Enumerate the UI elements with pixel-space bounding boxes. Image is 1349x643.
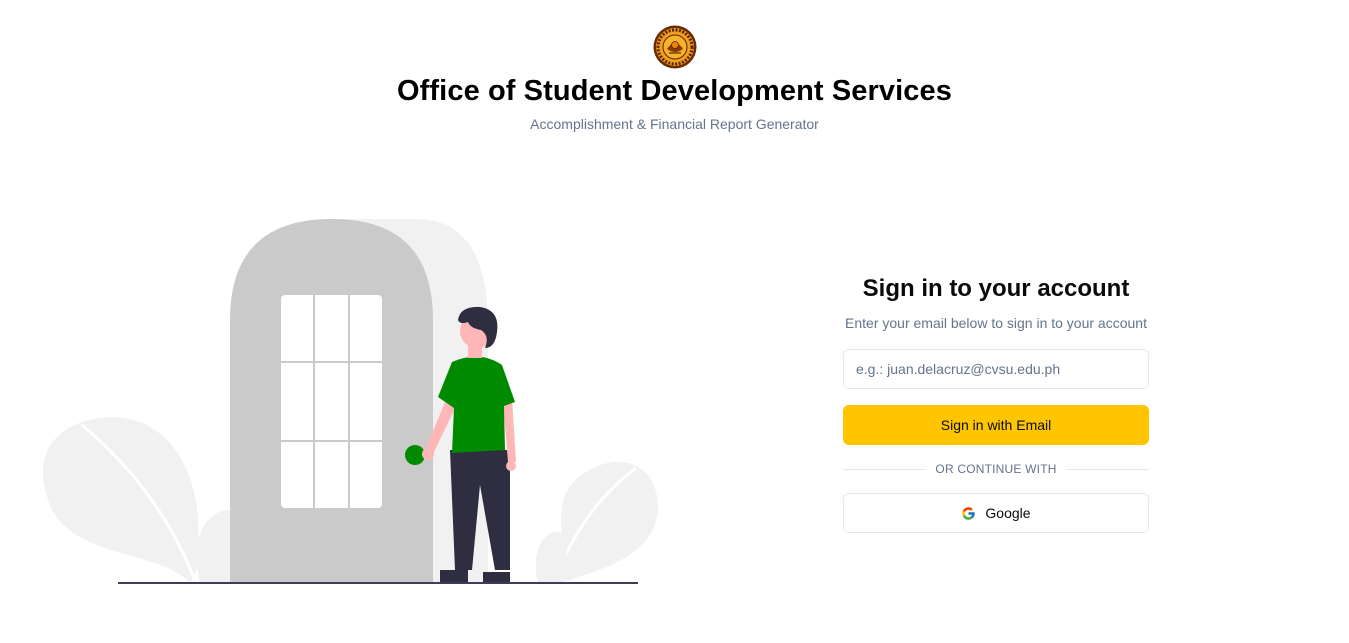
login-page: Office of Student Development Services A… [0, 0, 1349, 643]
signin-description: Enter your email below to sign in to you… [845, 315, 1147, 331]
or-continue-divider: OR CONTINUE WITH [843, 461, 1150, 477]
page-subtitle: Accomplishment & Financial Report Genera… [530, 116, 819, 132]
sign-in-with-email-button[interactable]: Sign in with Email [843, 405, 1149, 445]
door-window [281, 295, 382, 508]
left-leaf-shape [43, 417, 200, 583]
google-icon [962, 506, 976, 520]
page-title: Office of Student Development Services [397, 75, 952, 107]
door-knob [405, 445, 425, 465]
person-at-door-illustration [43, 219, 658, 584]
divider-text: OR CONTINUE WITH [935, 462, 1057, 476]
signin-title: Sign in to your account [862, 275, 1130, 302]
email-input[interactable] [843, 349, 1149, 389]
divider-line-right [1065, 468, 1150, 470]
right-leaf-shape [560, 462, 658, 583]
google-button-label: Google [985, 505, 1031, 521]
signin-form: Sign in to your account Enter your email… [843, 272, 1150, 533]
university-seal-logo [653, 25, 697, 69]
google-signin-button[interactable]: Google [843, 493, 1149, 533]
divider-line-left [843, 468, 927, 470]
